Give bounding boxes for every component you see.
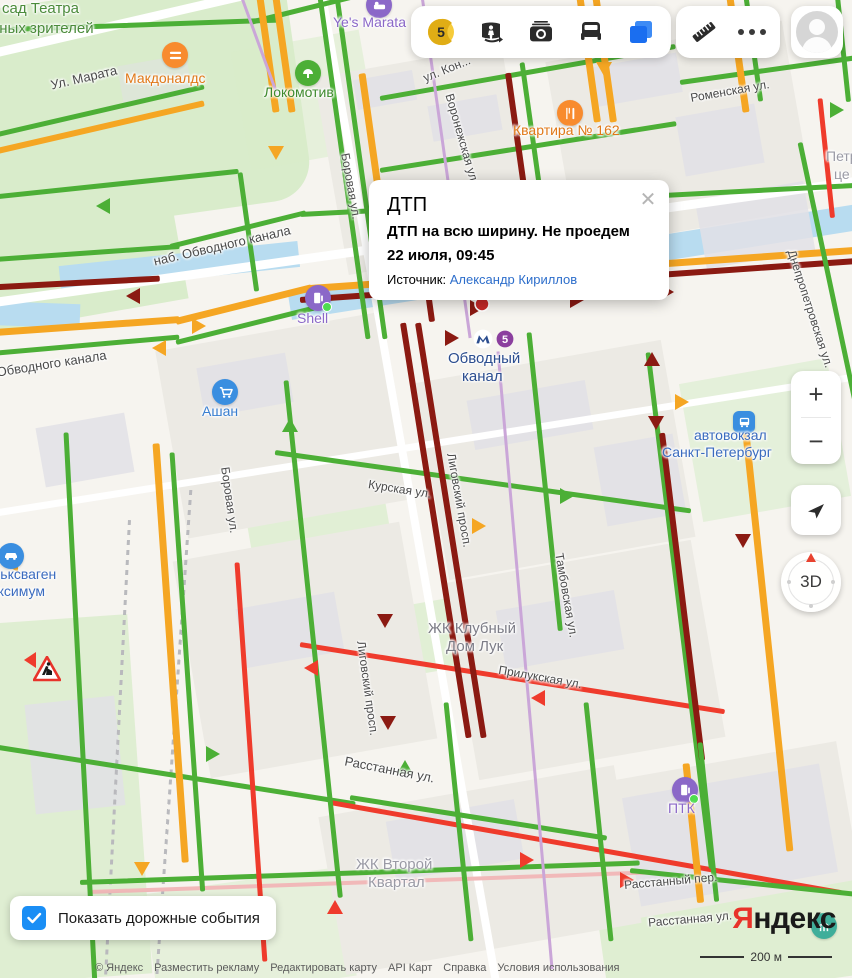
ptk-poi[interactable] — [672, 777, 699, 804]
show-road-events-toggle[interactable]: Показать дорожные события — [10, 896, 276, 940]
footer-link-ads[interactable]: Разместить рекламу — [154, 962, 259, 974]
ellipsis-icon — [738, 29, 766, 35]
bus-icon — [581, 22, 601, 40]
map-label: Петр. — [826, 148, 852, 164]
layers-icon — [630, 21, 652, 43]
restaurant-icon — [557, 100, 583, 126]
ashan-poi[interactable] — [212, 379, 238, 405]
panorama-button[interactable] — [467, 10, 515, 54]
metro-line-badge: 5 — [496, 330, 514, 348]
checkmark-icon — [26, 912, 41, 924]
ruler-button[interactable] — [680, 10, 728, 54]
block-area — [155, 311, 415, 539]
map-tools-panel — [676, 6, 780, 58]
footer-link-help[interactable]: Справка — [443, 962, 486, 974]
hotel-icon — [366, 0, 392, 18]
volkswagen-poi[interactable] — [0, 543, 24, 569]
traffic-red — [817, 98, 836, 219]
scale-bar: 200 м — [700, 950, 832, 964]
map-application: 5 сад Театра юных зрителей Ye's Marata М… — [0, 0, 852, 978]
svg-text:5: 5 — [437, 24, 445, 40]
show-road-events-label: Показать дорожные события — [58, 909, 260, 927]
balloon-source-label: Источник: — [387, 272, 447, 287]
bus-station-poi[interactable] — [733, 411, 755, 433]
footer-link-edit-map[interactable]: Редактировать карту — [270, 962, 377, 974]
burger-icon — [162, 42, 188, 68]
yandex-logo: Яндекс — [732, 902, 836, 936]
zoom-control: + − — [791, 371, 841, 464]
park-icon — [295, 60, 321, 86]
scale-line-left — [700, 956, 745, 958]
panorama-icon — [482, 22, 503, 43]
fuel-icon — [305, 285, 332, 312]
yandex-logo-text: ндекс — [753, 902, 836, 935]
svg-text:5: 5 — [502, 334, 508, 346]
car-icon — [0, 543, 24, 569]
locate-arrow-icon — [808, 504, 824, 519]
traffic-jams-button[interactable]: 5 — [417, 10, 465, 54]
fuel-icon — [672, 777, 699, 804]
layers-button[interactable] — [617, 10, 665, 54]
compass-needle-icon — [806, 553, 816, 562]
more-options-button[interactable] — [728, 10, 776, 54]
bus-station-icon — [733, 411, 755, 433]
compass-dot — [787, 580, 791, 584]
building — [35, 412, 135, 488]
compass-label: 3D — [800, 572, 822, 591]
cart-icon — [212, 379, 238, 405]
kvartira162-poi[interactable] — [557, 100, 583, 126]
ruler-icon — [692, 22, 716, 42]
map-label: Расстанная ул. — [343, 753, 436, 786]
balloon-source-link[interactable]: Александр Кириллов — [450, 272, 577, 287]
zoom-in-button[interactable]: + — [791, 371, 841, 417]
footer-link-api[interactable]: API Карт — [388, 962, 432, 974]
compass-dot — [831, 580, 835, 584]
roadworks-event-marker[interactable] — [32, 655, 62, 682]
yes-marata-poi[interactable] — [366, 0, 392, 18]
map-modes-toolbar: 5 — [411, 6, 671, 58]
balloon-title: ДТП — [387, 194, 428, 216]
zoom-out-button[interactable]: − — [791, 418, 841, 464]
user-avatar-icon — [796, 11, 838, 53]
yandex-logo-ya: Я — [732, 902, 754, 935]
photo-button[interactable] — [517, 10, 565, 54]
camera-icon — [530, 21, 552, 42]
scale-line-right — [788, 956, 832, 958]
checkbox-checked[interactable] — [22, 906, 46, 930]
footer-link-terms[interactable]: Условия использования — [497, 962, 619, 974]
mcdonalds-poi[interactable] — [162, 42, 188, 68]
lokomotiv-poi[interactable] — [295, 60, 321, 86]
traffic-badge-icon: 5 — [428, 18, 454, 46]
road-event-balloon: ✕ ДТП ДТП на всю ширину. Не проедем 22 и… — [369, 180, 669, 300]
balloon-datetime: 22 июля, 09:45 — [387, 247, 495, 264]
map-label: Максимум — [0, 583, 45, 599]
metro-obvodny-poi[interactable]: 5 — [473, 329, 514, 349]
shell-poi[interactable] — [305, 285, 332, 312]
locate-me-button[interactable] — [791, 485, 841, 535]
map-canvas[interactable]: 5 сад Театра юных зрителей Ye's Marata М… — [0, 0, 852, 978]
map-label: Обводный — [448, 350, 521, 367]
scale-value: 200 м — [750, 950, 782, 964]
copyright-text: © Яндекс — [95, 962, 144, 974]
balloon-source: Источник: Александр Кириллов — [387, 272, 651, 287]
metro-icon — [473, 329, 493, 349]
close-icon[interactable]: ✕ — [639, 190, 657, 210]
balloon-description: ДТП на всю ширину. Не проедем — [387, 223, 630, 240]
user-account-button[interactable] — [791, 6, 843, 58]
3d-compass-button[interactable]: 3D — [781, 552, 841, 612]
traffic-green — [0, 334, 180, 357]
compass-dot — [809, 604, 813, 608]
transport-button[interactable] — [567, 10, 615, 54]
